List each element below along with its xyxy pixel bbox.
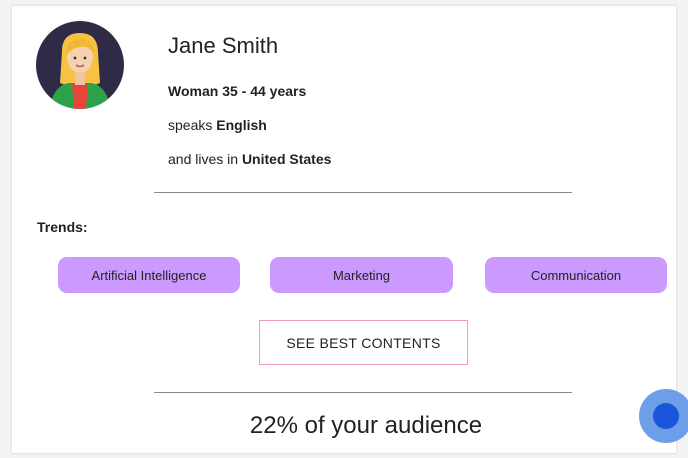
- lives-label: and lives in: [168, 151, 242, 167]
- record-dot-icon: [653, 403, 679, 429]
- speaks-label: speaks: [168, 117, 217, 133]
- persona-language-line: speaks English: [168, 116, 267, 134]
- trend-chip-communication[interactable]: Communication: [485, 257, 667, 293]
- persona-demographics: Woman 35 - 44 years: [168, 83, 307, 99]
- persona-language: English: [216, 117, 267, 133]
- divider-bottom: [154, 392, 572, 393]
- audience-share-text: 22% of your audience: [249, 412, 483, 439]
- trends-label: Trends:: [37, 219, 88, 235]
- audience-persona-card: Jane Smith Woman 35 - 44 years speaks En…: [11, 5, 677, 454]
- trend-chip-artificial-intelligence[interactable]: Artificial Intelligence: [58, 257, 240, 293]
- persona-country: United States: [241, 151, 332, 167]
- floating-action-button[interactable]: [639, 389, 688, 443]
- woman-avatar-icon: [50, 33, 110, 109]
- persona-location-line: and lives in United States: [168, 150, 331, 168]
- see-best-contents-button[interactable]: SEE BEST CONTENTS: [259, 320, 468, 365]
- trend-chip-marketing[interactable]: Marketing: [270, 257, 453, 293]
- persona-name: Jane Smith: [168, 33, 279, 58]
- avatar: [36, 21, 124, 109]
- divider-top: [154, 192, 572, 193]
